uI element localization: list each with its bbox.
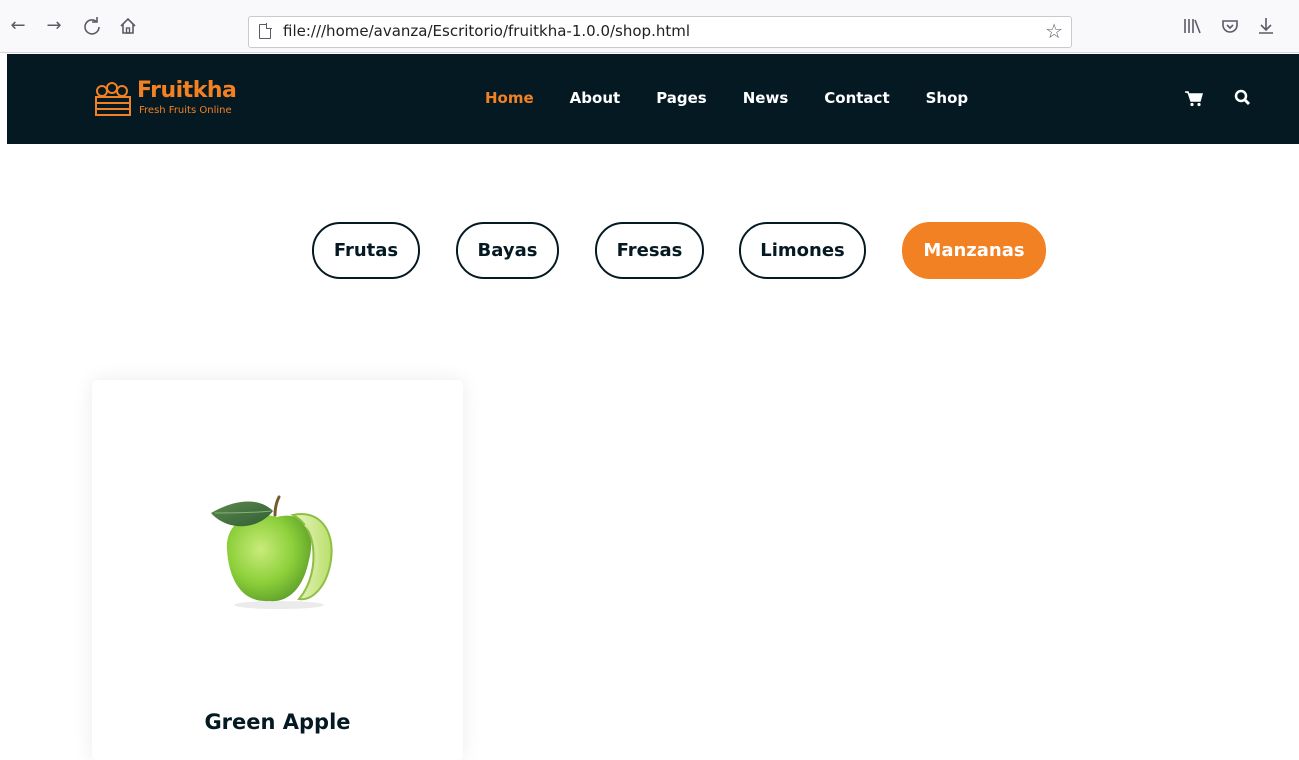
brand-name: Fruitkha — [137, 78, 237, 103]
search-icon[interactable] — [1233, 88, 1253, 108]
bookmark-star-icon[interactable]: ☆ — [1045, 19, 1063, 43]
url-text[interactable]: file:///home/avanza/Escritorio/fruitkha-… — [283, 22, 690, 40]
site-logo[interactable]: Fruitkha Fresh Fruits Online — [93, 78, 253, 120]
main-nav: Home About Pages News Contact Shop — [485, 89, 1004, 107]
filter-limones[interactable]: Limones — [739, 222, 866, 279]
brand-tagline: Fresh Fruits Online — [139, 105, 232, 116]
nav-shop[interactable]: Shop — [926, 89, 969, 107]
reload-icon[interactable] — [80, 14, 104, 38]
home-icon[interactable] — [116, 14, 140, 38]
nav-home[interactable]: Home — [485, 89, 534, 107]
filter-manzanas[interactable]: Manzanas — [902, 222, 1046, 279]
nav-about[interactable]: About — [570, 89, 621, 107]
site-header: Fruitkha Fresh Fruits Online Home About … — [7, 54, 1299, 144]
pocket-icon[interactable] — [1218, 14, 1242, 38]
forward-icon[interactable]: → — [42, 14, 66, 38]
library-icon[interactable] — [1180, 14, 1204, 38]
filter-fresas[interactable]: Fresas — [595, 222, 704, 279]
nav-news[interactable]: News — [743, 89, 789, 107]
address-bar[interactable]: file:///home/avanza/Escritorio/fruitkha-… — [248, 16, 1072, 48]
filter-frutas[interactable]: Frutas — [312, 222, 420, 279]
filter-bayas[interactable]: Bayas — [456, 222, 559, 279]
product-card[interactable]: Green Apple — [92, 380, 463, 760]
cart-icon[interactable] — [1184, 88, 1204, 108]
fruit-crate-icon — [95, 82, 131, 116]
nav-pages[interactable]: Pages — [656, 89, 707, 107]
green-apple-image[interactable] — [207, 495, 352, 610]
nav-contact[interactable]: Contact — [824, 89, 889, 107]
product-filters: Frutas Bayas Fresas Limones Manzanas — [0, 222, 1299, 280]
back-icon[interactable]: ← — [6, 14, 30, 38]
download-icon[interactable] — [1254, 14, 1278, 38]
product-name[interactable]: Green Apple — [92, 710, 463, 734]
page-icon — [259, 23, 272, 39]
browser-toolbar: ← → file:///home/avanza/Escritorio/fruit… — [0, 0, 1299, 53]
